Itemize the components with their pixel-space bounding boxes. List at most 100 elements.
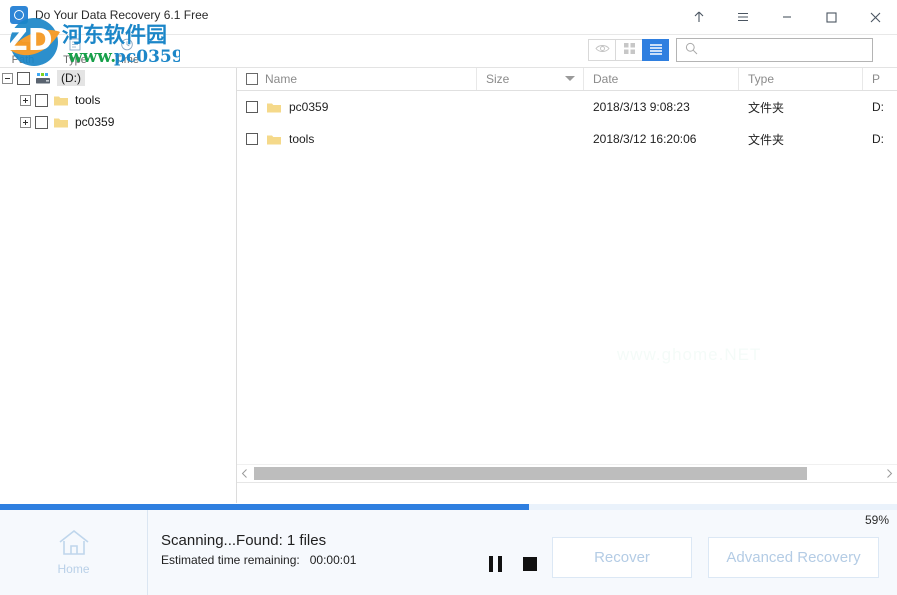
home-button-label: Home [57, 562, 90, 576]
drive-icon [35, 72, 51, 85]
toolbar-item-time-label: Time [114, 54, 140, 66]
expand-expander-icon[interactable] [20, 94, 31, 106]
cell-size [477, 91, 584, 123]
window-title: Do Your Data Recovery 6.1 Free [35, 8, 209, 22]
tree-item-tools[interactable]: tools [0, 89, 236, 111]
scroll-left-arrow-icon[interactable] [237, 466, 252, 481]
maximize-icon[interactable] [809, 0, 853, 34]
file-list-panel: Name Size Date Type P pc0359 2018/3/13 9… [237, 67, 897, 503]
scrollbar-track[interactable] [252, 467, 882, 480]
path-icon [15, 38, 31, 54]
grid-view-button[interactable] [615, 39, 642, 61]
row-checkbox[interactable] [246, 101, 258, 113]
file-list-header: Name Size Date Type P [237, 67, 897, 91]
list-view-button[interactable] [642, 39, 669, 61]
home-button[interactable]: Home [0, 510, 148, 595]
minimize-icon[interactable] [765, 0, 809, 34]
app-logo-icon [10, 6, 28, 24]
sort-descending-caret-icon[interactable] [565, 76, 575, 81]
tree-checkbox-drive-d[interactable] [17, 71, 30, 85]
column-header-name[interactable]: Name [237, 67, 477, 90]
cell-name-label: pc0359 [289, 100, 329, 114]
close-icon[interactable] [853, 0, 897, 34]
tree-checkbox-tools[interactable] [35, 93, 48, 107]
cell-type: 文件夹 [748, 132, 785, 147]
list-icon [649, 43, 663, 58]
row-checkbox[interactable] [246, 133, 258, 145]
search-icon [685, 42, 698, 58]
table-row[interactable]: tools 2018/3/12 16:20:06 文件夹 D: [237, 123, 897, 155]
scan-status-eta-label: Estimated time remaining: [161, 553, 300, 567]
scan-status: Scanning...Found: 1 files Estimated time… [161, 532, 356, 567]
scroll-right-arrow-icon[interactable] [882, 466, 897, 481]
cell-name: pc0359 [237, 91, 477, 123]
cell-type: 文件夹 [748, 100, 785, 115]
search-box[interactable] [676, 38, 873, 62]
pause-icon[interactable] [489, 556, 502, 572]
preview-view-button[interactable] [588, 39, 615, 61]
scan-status-main: Scanning...Found: 1 files [161, 532, 327, 549]
center-watermark: www.ghome.NET [617, 345, 762, 364]
folder-icon [53, 116, 69, 129]
toolbar-item-type-label: Type [63, 54, 87, 66]
title-bar: Do Your Data Recovery 6.1 Free [0, 0, 897, 35]
cell-date: 2018/3/12 16:20:06 [593, 132, 697, 146]
tree-item-drive-d-label: (D:) [57, 70, 85, 86]
scan-status-eta: Estimated time remaining: 00:00:01 [161, 553, 356, 567]
column-header-type[interactable]: Type [739, 67, 863, 90]
scan-status-eta-value: 00:00:01 [309, 553, 357, 567]
toolbar-item-path[interactable]: Path [6, 38, 40, 66]
column-header-type-label: Type [748, 71, 775, 86]
cell-name: tools [237, 123, 477, 155]
time-icon [120, 38, 134, 54]
toolbar: Path Type Time [0, 34, 897, 68]
application-window: Do Your Data Recovery 6.1 Free Path Type… [0, 0, 897, 595]
column-header-name-label: Name [265, 71, 298, 86]
cell-size [477, 123, 584, 155]
view-mode-group [588, 39, 669, 61]
progress-percent-label: 59% [864, 513, 889, 527]
tree-item-drive-d[interactable]: (D:) [0, 67, 236, 89]
list-bottom-divider [237, 482, 897, 483]
column-header-size[interactable]: Size [477, 67, 584, 90]
select-all-checkbox[interactable] [246, 72, 258, 85]
title-bar-left: Do Your Data Recovery 6.1 Free [10, 6, 208, 24]
column-header-date[interactable]: Date [584, 67, 739, 90]
horizontal-scrollbar[interactable] [237, 464, 897, 482]
toolbar-item-time[interactable]: Time [110, 38, 144, 66]
cell-name-label: tools [289, 132, 315, 146]
recover-button[interactable]: Recover [552, 537, 692, 578]
toolbar-filters: Path Type Time [6, 38, 144, 66]
type-icon [68, 38, 82, 54]
folder-icon [53, 94, 69, 107]
tree-item-pc0359-label: pc0359 [75, 115, 115, 129]
home-icon [58, 529, 90, 560]
cell-path: D: [872, 100, 884, 114]
column-header-path[interactable]: P [863, 67, 897, 90]
cell-path: D: [872, 132, 884, 146]
up-arrow-icon[interactable] [677, 0, 721, 34]
folder-icon [266, 101, 282, 114]
cell-date: 2018/3/13 9:08:23 [593, 100, 690, 114]
toolbar-item-type[interactable]: Type [58, 38, 92, 66]
scrollbar-thumb[interactable] [254, 467, 807, 480]
toolbar-item-path-label: Path [11, 54, 35, 66]
column-header-date-label: Date [593, 71, 619, 86]
expand-expander-icon[interactable] [20, 116, 31, 128]
advanced-recovery-button[interactable]: Advanced Recovery [708, 537, 879, 578]
column-header-path-label: P [872, 71, 881, 86]
window-controls [677, 0, 897, 34]
search-input[interactable] [704, 42, 868, 58]
hamburger-menu-icon[interactable] [721, 0, 765, 34]
stop-icon[interactable] [523, 557, 537, 571]
drive-tree-panel: (D:) tools pc0359 [0, 67, 237, 503]
table-row[interactable]: pc0359 2018/3/13 9:08:23 文件夹 D: [237, 91, 897, 123]
tree-checkbox-pc0359[interactable] [35, 115, 48, 129]
column-header-size-label: Size [486, 71, 510, 86]
tree-item-tools-label: tools [75, 93, 101, 107]
grid-icon [623, 42, 636, 58]
collapse-expander-icon[interactable] [2, 72, 13, 84]
tree-item-pc0359[interactable]: pc0359 [0, 111, 236, 133]
folder-icon [266, 133, 282, 146]
scan-transport-controls [489, 556, 537, 572]
